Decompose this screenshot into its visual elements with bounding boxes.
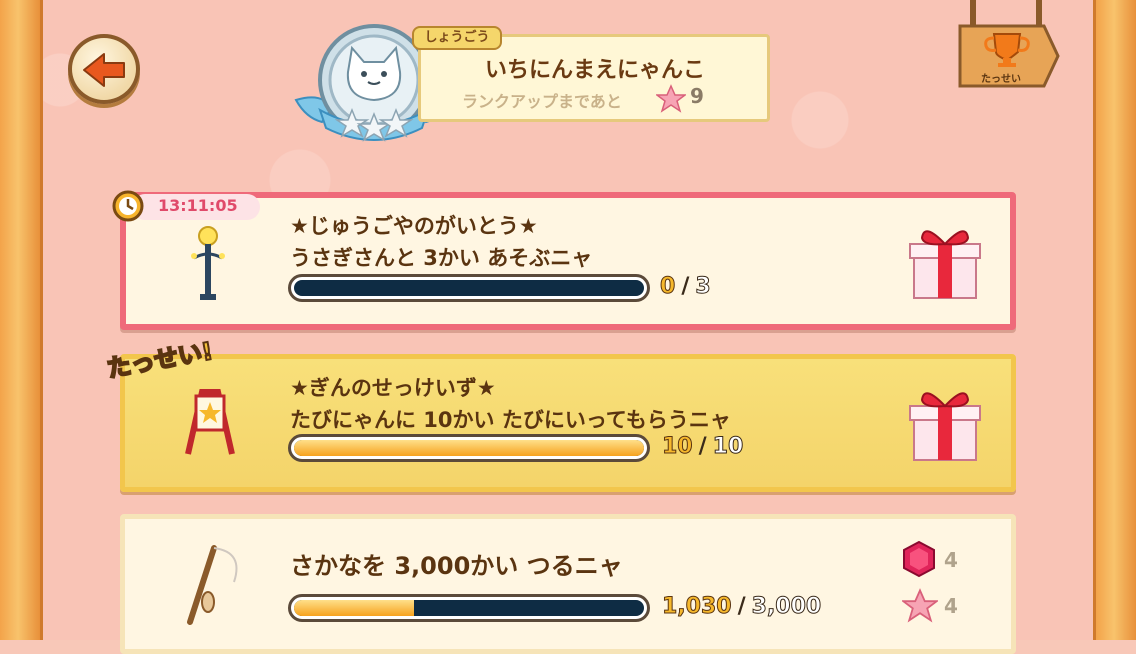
sign-board-icon bbox=[185, 389, 235, 455]
mission-timer: 13:11:05 bbox=[110, 186, 262, 222]
progress-current: 10 bbox=[662, 434, 694, 460]
mission-title: さかなを 3,000かい つるニャ bbox=[290, 552, 623, 580]
mission-subtitle: たびにゃんに 10かい たびにいってもらうニャ bbox=[290, 408, 731, 432]
progress-bar bbox=[288, 274, 650, 302]
gift-box-icon[interactable] bbox=[908, 384, 982, 464]
rank-tag: しょうごう bbox=[412, 26, 502, 50]
clock-icon bbox=[112, 190, 144, 222]
back-button[interactable] bbox=[68, 34, 140, 104]
progress-total: 3 bbox=[695, 274, 711, 300]
progress-bar bbox=[288, 434, 650, 462]
mission-card[interactable] bbox=[120, 514, 1016, 654]
progress-text: 10/10 bbox=[662, 434, 744, 460]
progress-fill bbox=[294, 440, 644, 456]
mission-title: ★ぎんのせっけいず★ bbox=[290, 376, 496, 400]
progress-current: 0 bbox=[659, 274, 676, 300]
progress-text: 0/3 bbox=[659, 274, 711, 300]
rank-title: いちにんまえにゃんこ bbox=[484, 58, 705, 83]
gem-reward-count: 4 bbox=[944, 548, 958, 572]
frame-left bbox=[0, 0, 43, 640]
frame-right bbox=[1093, 0, 1136, 640]
progress-current: 1,030 bbox=[662, 594, 733, 620]
gift-box-icon[interactable] bbox=[908, 222, 982, 302]
rank-up-count: 9 bbox=[690, 84, 704, 108]
achievements-label[interactable]: たっせい bbox=[966, 70, 1036, 85]
mission-title: ★じゅうごやのがいとう★ bbox=[290, 214, 538, 238]
street-lamp-icon bbox=[191, 226, 225, 300]
progress-fill bbox=[294, 600, 415, 616]
progress-total: 3,000 bbox=[751, 594, 822, 620]
mission-subtitle: うさぎさんと 3かい あそぶニャ bbox=[290, 246, 593, 270]
fishing-rod-icon bbox=[187, 545, 238, 625]
progress-bar bbox=[288, 594, 650, 622]
timer-text: 13:11:05 bbox=[158, 196, 238, 215]
star-reward-count: 4 bbox=[944, 594, 958, 618]
gem-icon bbox=[903, 540, 935, 578]
back-arrow-icon bbox=[83, 53, 125, 87]
rank-up-label: ランクアップまであと bbox=[462, 92, 622, 111]
star-icon bbox=[902, 588, 938, 623]
progress-total: 10 bbox=[712, 434, 744, 460]
star-icon bbox=[656, 84, 686, 113]
progress-text: 1,030/3,000 bbox=[662, 594, 822, 620]
